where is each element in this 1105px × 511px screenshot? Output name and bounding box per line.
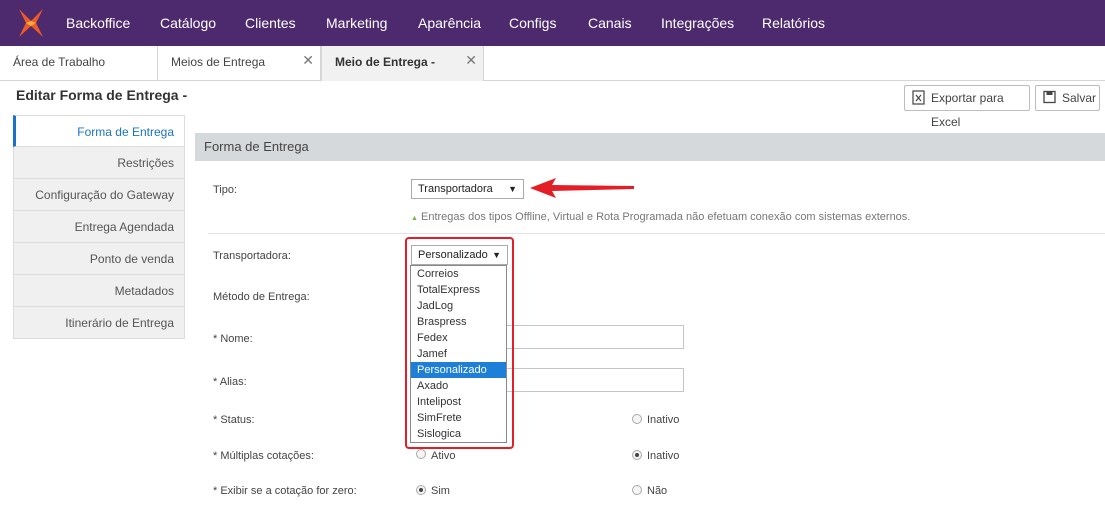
nav-item-marketing[interactable]: Marketing	[326, 0, 387, 46]
tab-bar: Área de Trabalho Meios de Entrega ✕ Meio…	[0, 46, 1105, 81]
caret-down-icon: ▼	[508, 184, 517, 194]
export-excel-button[interactable]: Exportar para Excel	[904, 85, 1030, 129]
sidebar-item-forma-de-entrega[interactable]: Forma de Entrega	[13, 115, 185, 147]
multiplas-inativo-label: Inativo	[647, 450, 680, 462]
nav-item-catalogo[interactable]: Catálogo	[160, 0, 216, 46]
save-label: Salvar	[1062, 91, 1097, 105]
sidebar-item-metadados[interactable]: Metadados	[13, 275, 185, 307]
save-icon	[1043, 90, 1056, 104]
status-inativo-label: Inativo	[647, 414, 680, 426]
tab-label: Área de Trabalho	[13, 55, 106, 69]
tab-label: Meios de Entrega	[171, 55, 266, 69]
tipo-hint: ▲ Entregas dos tipos Offline, Virtual e …	[411, 211, 910, 223]
tab-area-de-trabalho[interactable]: Área de Trabalho	[0, 46, 158, 81]
exibir-nao-label: Não	[647, 485, 668, 497]
exibir-zero-label: * Exibir se a cotação for zero:	[213, 485, 357, 497]
top-navigation-bar: Backoffice Catálogo Clientes Marketing A…	[0, 0, 1105, 46]
tipo-hint-text: Entregas dos tipos Offline, Virtual e Ro…	[421, 211, 911, 223]
sidebar-item-ponto-de-venda[interactable]: Ponto de venda	[13, 243, 185, 275]
save-button[interactable]: Salvar	[1035, 85, 1100, 111]
excel-icon	[912, 90, 925, 105]
multiplas-label: * Múltiplas cotações:	[213, 450, 314, 462]
app-logo-icon[interactable]	[16, 7, 46, 39]
tab-meios-de-entrega[interactable]: Meios de Entrega ✕	[158, 46, 321, 81]
nav-item-configs[interactable]: Configs	[509, 0, 556, 46]
exibir-nao-radio[interactable]	[632, 485, 642, 495]
export-excel-label: Exportar para Excel	[931, 91, 1004, 129]
metodo-label: Método de Entrega:	[213, 291, 310, 303]
nome-label: * Nome:	[213, 333, 253, 345]
annotation-arrow-icon	[530, 178, 634, 198]
sidebar: Forma de Entrega Restrições Configuração…	[13, 115, 185, 339]
nav-item-backoffice[interactable]: Backoffice	[66, 0, 130, 46]
page-title: Editar Forma de Entrega -	[16, 87, 188, 103]
tab-label: Meio de Entrega -	[335, 55, 436, 69]
alias-label: * Alias:	[213, 376, 247, 388]
tipo-label: Tipo:	[213, 184, 238, 196]
status-inativo-radio[interactable]	[632, 414, 642, 424]
tipo-select-value: Transportadora	[418, 183, 493, 195]
multiplas-ativo-label: Ativo	[431, 450, 456, 462]
nav-item-integracoes[interactable]: Integrações	[661, 0, 734, 46]
nav-item-relatorios[interactable]: Relatórios	[762, 0, 825, 46]
sidebar-item-entrega-agendada[interactable]: Entrega Agendada	[13, 211, 185, 243]
tipo-select[interactable]: Transportadora ▼	[411, 179, 524, 199]
status-label: * Status:	[213, 414, 255, 426]
exibir-sim-radio[interactable]	[416, 485, 426, 495]
transportadora-label: Transportadora:	[213, 250, 291, 262]
sidebar-item-configuracao-gateway[interactable]: Configuração do Gateway	[13, 179, 185, 211]
multiplas-inativo-radio[interactable]	[632, 450, 642, 460]
exibir-sim-label: Sim	[431, 485, 450, 497]
divider	[208, 233, 1105, 234]
close-icon[interactable]: ✕	[465, 53, 477, 67]
nav-item-aparencia[interactable]: Aparência	[418, 0, 481, 46]
annotation-highlight-box	[405, 237, 514, 449]
nav-item-clientes[interactable]: Clientes	[245, 0, 296, 46]
tab-meio-de-entrega[interactable]: Meio de Entrega - ✕	[321, 46, 484, 81]
section-header: Forma de Entrega	[195, 133, 1105, 161]
triangle-up-icon: ▲	[411, 215, 418, 222]
close-icon[interactable]: ✕	[302, 53, 314, 67]
sidebar-item-restricoes[interactable]: Restrições	[13, 147, 185, 179]
nav-item-canais[interactable]: Canais	[588, 0, 632, 46]
multiplas-ativo-radio[interactable]	[416, 449, 426, 459]
sidebar-item-itinerario[interactable]: Itinerário de Entrega	[13, 307, 185, 339]
